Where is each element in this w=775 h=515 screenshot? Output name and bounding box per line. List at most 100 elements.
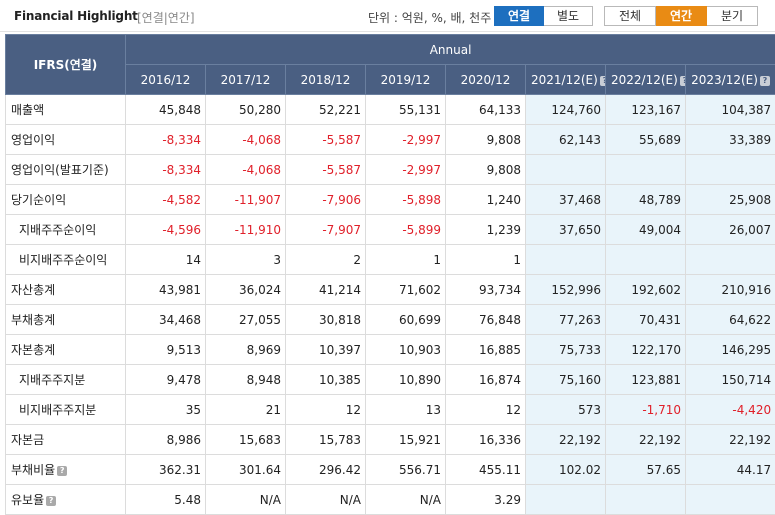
estimate-help-icon[interactable]: ? bbox=[600, 76, 606, 86]
table-row: 영업이익-8,334-4,068-5,587-2,9979,80862,1435… bbox=[6, 125, 775, 155]
year-header: 2016/12 bbox=[126, 65, 206, 95]
tab-separate[interactable]: 별도 bbox=[544, 6, 593, 26]
table-cell: -2,997 bbox=[366, 125, 446, 155]
table-cell: 76,848 bbox=[446, 305, 526, 335]
table-cell: 15,683 bbox=[206, 425, 286, 455]
table-cell: 49,004 bbox=[606, 215, 686, 245]
table-cell: 93,734 bbox=[446, 275, 526, 305]
tab-annual[interactable]: 연간 bbox=[656, 6, 707, 26]
table-cell: -5,587 bbox=[286, 155, 366, 185]
row-label: 자본금 bbox=[6, 425, 126, 455]
table-cell: 2 bbox=[286, 245, 366, 275]
table-cell: 102.02 bbox=[526, 455, 606, 485]
ifrs-corner-header: IFRS(연결) bbox=[6, 35, 126, 95]
table-cell: 30,818 bbox=[286, 305, 366, 335]
table-row: 당기순이익-4,582-11,907-7,906-5,8981,24037,46… bbox=[6, 185, 775, 215]
table-cell: 9,478 bbox=[126, 365, 206, 395]
tab-all[interactable]: 전체 bbox=[604, 6, 656, 26]
help-icon[interactable]: ? bbox=[57, 466, 67, 476]
table-cell bbox=[686, 155, 775, 185]
year-header: 2021/12(E)? bbox=[526, 65, 606, 95]
estimate-help-icon[interactable]: ? bbox=[760, 76, 770, 86]
table-cell: 21 bbox=[206, 395, 286, 425]
year-header: 2022/12(E)? bbox=[606, 65, 686, 95]
table-cell: 124,760 bbox=[526, 95, 606, 125]
table-cell: 45,848 bbox=[126, 95, 206, 125]
table-cell: 15,783 bbox=[286, 425, 366, 455]
table-cell: 41,214 bbox=[286, 275, 366, 305]
table-cell: 3.29 bbox=[446, 485, 526, 515]
row-label-text: 영업이익 bbox=[11, 133, 55, 147]
table-row: 부채비율?362.31301.64296.42556.71455.11102.0… bbox=[6, 455, 775, 485]
annual-group-header: Annual bbox=[126, 35, 775, 65]
table-cell: 34,468 bbox=[126, 305, 206, 335]
table-cell: 9,808 bbox=[446, 125, 526, 155]
table-cell bbox=[686, 245, 775, 275]
table-row: 자본금8,98615,68315,78315,92116,33622,19222… bbox=[6, 425, 775, 455]
row-label: 자본총계 bbox=[6, 335, 126, 365]
table-cell: 10,385 bbox=[286, 365, 366, 395]
table-cell: 10,890 bbox=[366, 365, 446, 395]
row-label-text: 부채비율 bbox=[11, 463, 55, 477]
year-header: 2019/12 bbox=[366, 65, 446, 95]
row-label-text: 매출액 bbox=[11, 103, 44, 117]
table-cell: -4,068 bbox=[206, 125, 286, 155]
table-cell: 22,192 bbox=[686, 425, 775, 455]
table-cell: 150,714 bbox=[686, 365, 775, 395]
estimate-help-icon[interactable]: ? bbox=[680, 76, 686, 86]
period-toggle: 전체 연간 분기 bbox=[604, 6, 758, 26]
table-cell: -5,587 bbox=[286, 125, 366, 155]
table-cell: 62,143 bbox=[526, 125, 606, 155]
table-row: 영업이익(발표기준)-8,334-4,068-5,587-2,9979,808 bbox=[6, 155, 775, 185]
row-label-text: 지배주주지분 bbox=[19, 373, 85, 387]
tab-quarterly[interactable]: 분기 bbox=[707, 6, 758, 26]
table-cell: 12 bbox=[446, 395, 526, 425]
table-cell: 12 bbox=[286, 395, 366, 425]
table-cell: 16,874 bbox=[446, 365, 526, 395]
table-cell: 301.64 bbox=[206, 455, 286, 485]
table-cell: 55,689 bbox=[606, 125, 686, 155]
table-cell: 1,240 bbox=[446, 185, 526, 215]
row-label: 지배주주순이익 bbox=[6, 215, 126, 245]
table-cell: 16,336 bbox=[446, 425, 526, 455]
table-cell: 64,133 bbox=[446, 95, 526, 125]
row-label: 당기순이익 bbox=[6, 185, 126, 215]
table-cell: 362.31 bbox=[126, 455, 206, 485]
table-cell: 57.65 bbox=[606, 455, 686, 485]
year-header: 2018/12 bbox=[286, 65, 366, 95]
row-label: 매출액 bbox=[6, 95, 126, 125]
table-cell: 22,192 bbox=[526, 425, 606, 455]
table-cell bbox=[606, 155, 686, 185]
table-cell: 5.48 bbox=[126, 485, 206, 515]
year-label: 2021/12(E) bbox=[531, 73, 598, 87]
table-cell bbox=[686, 485, 775, 515]
year-label: 2019/12 bbox=[381, 73, 431, 87]
table-row: 자산총계43,98136,02441,21471,60293,734152,99… bbox=[6, 275, 775, 305]
table-cell: 52,221 bbox=[286, 95, 366, 125]
table-cell: -1,710 bbox=[606, 395, 686, 425]
table-row: 부채총계34,46827,05530,81860,69976,84877,263… bbox=[6, 305, 775, 335]
section-subtitle: [연결|연간] bbox=[137, 9, 195, 26]
row-label: 비지배주주지분 bbox=[6, 395, 126, 425]
table-cell: 22,192 bbox=[606, 425, 686, 455]
table-cell: 55,131 bbox=[366, 95, 446, 125]
table-cell: 50,280 bbox=[206, 95, 286, 125]
table-cell: 9,808 bbox=[446, 155, 526, 185]
tab-consolidated[interactable]: 연결 bbox=[494, 6, 544, 26]
row-label-text: 비지배주주순이익 bbox=[19, 253, 107, 267]
table-cell: 26,007 bbox=[686, 215, 775, 245]
help-icon[interactable]: ? bbox=[46, 496, 56, 506]
table-cell: 123,881 bbox=[606, 365, 686, 395]
year-label: 2018/12 bbox=[301, 73, 351, 87]
table-cell: 10,397 bbox=[286, 335, 366, 365]
table-cell: N/A bbox=[366, 485, 446, 515]
table-row: 비지배주주지분3521121312573-1,710-4,420 bbox=[6, 395, 775, 425]
table-cell bbox=[526, 245, 606, 275]
table-cell: 8,969 bbox=[206, 335, 286, 365]
row-label: 유보율? bbox=[6, 485, 126, 515]
year-label: 2023/12(E) bbox=[691, 73, 758, 87]
table-cell: 192,602 bbox=[606, 275, 686, 305]
row-label-text: 유보율 bbox=[11, 493, 44, 507]
table-cell: 8,948 bbox=[206, 365, 286, 395]
table-cell: 16,885 bbox=[446, 335, 526, 365]
